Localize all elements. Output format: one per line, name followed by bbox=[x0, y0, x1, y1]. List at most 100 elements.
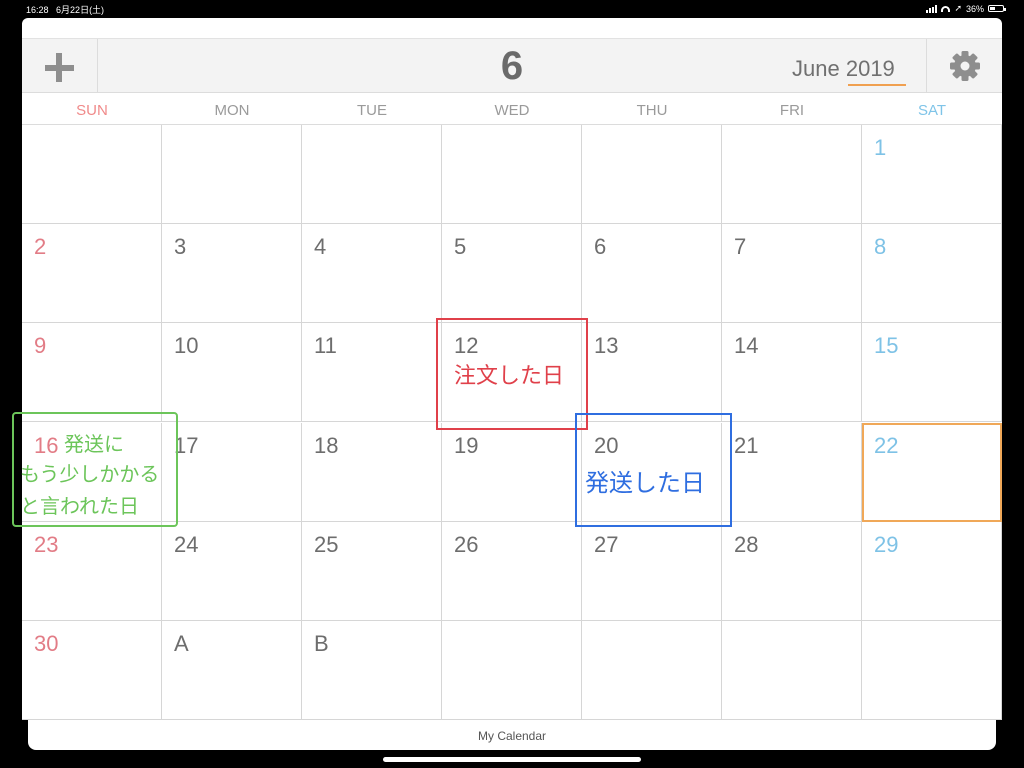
day-number: A bbox=[174, 630, 189, 656]
day-number: 10 bbox=[174, 333, 199, 359]
annotation-order-date-text: 注文した日 bbox=[454, 364, 565, 389]
day-number: 13 bbox=[594, 333, 619, 359]
battery-icon bbox=[988, 5, 1006, 12]
annotation-delay-line-1: 発送に bbox=[64, 432, 124, 456]
day-number: 6 bbox=[594, 234, 607, 260]
day-number: 8 bbox=[874, 234, 887, 260]
status-time: 16:28 bbox=[26, 5, 49, 15]
day-number: 21 bbox=[734, 432, 759, 458]
day-cell[interactable]: 15 bbox=[862, 323, 1002, 423]
weekday-fri: FRI bbox=[779, 102, 805, 119]
day-number: 1 bbox=[874, 135, 887, 160]
day-cell[interactable] bbox=[582, 620, 722, 720]
day-number: 4 bbox=[314, 234, 327, 260]
day-number: 25 bbox=[314, 531, 339, 557]
annotation-delay-line-3: と言われた日 bbox=[20, 494, 139, 518]
day-cell[interactable]: 28 bbox=[722, 521, 862, 621]
year-underline bbox=[848, 84, 906, 86]
day-cell[interactable]: 8 bbox=[862, 224, 1002, 324]
day-cell[interactable]: 26 bbox=[442, 521, 582, 621]
day-cell[interactable]: 23 bbox=[22, 521, 162, 621]
day-cell[interactable] bbox=[722, 125, 862, 225]
annotation-order-date: 注文した日 bbox=[436, 318, 588, 430]
gear-icon bbox=[950, 51, 980, 81]
settings-button[interactable] bbox=[926, 39, 1002, 92]
calendar-header: 6 June 2019 bbox=[22, 38, 1002, 93]
weekday-tue: TUE bbox=[357, 102, 387, 119]
day-number: 24 bbox=[174, 531, 199, 557]
day-cell[interactable] bbox=[442, 125, 582, 225]
day-number: 3 bbox=[174, 234, 187, 260]
status-bar: 16:28 6月22日(土) ➚ 36% bbox=[0, 0, 1024, 16]
weekday-sat: SAT bbox=[917, 102, 947, 119]
day-number: 28 bbox=[734, 531, 759, 557]
battery-percent: 36% bbox=[965, 3, 984, 14]
day-cell[interactable] bbox=[302, 125, 442, 225]
home-indicator[interactable] bbox=[383, 757, 641, 762]
day-cell[interactable]: 10 bbox=[162, 323, 302, 423]
day-cell[interactable]: 18 bbox=[302, 422, 442, 522]
day-cell[interactable]: 29 bbox=[862, 521, 1002, 621]
day-cell[interactable]: 5 bbox=[442, 224, 582, 324]
day-cell[interactable]: 2 bbox=[22, 224, 162, 324]
day-cell[interactable] bbox=[162, 125, 302, 225]
annotation-ship-date-text: 発送した日 bbox=[585, 469, 705, 497]
day-cell[interactable]: 27 bbox=[582, 521, 722, 621]
day-cell[interactable]: 22 bbox=[862, 422, 1002, 522]
day-cell[interactable]: 25 bbox=[302, 521, 442, 621]
day-number: 19 bbox=[454, 432, 479, 458]
day-number: 22 bbox=[874, 432, 899, 458]
day-number: 7 bbox=[734, 234, 747, 260]
weekday-header-row: SUN MON TUE WED THU FRI SAT bbox=[22, 94, 1002, 125]
day-cell[interactable]: 1 bbox=[862, 125, 1002, 225]
day-cell[interactable]: 11 bbox=[302, 323, 442, 423]
day-number: B bbox=[314, 630, 329, 656]
day-cell[interactable]: A bbox=[162, 620, 302, 720]
day-number: 11 bbox=[314, 333, 337, 359]
day-cell[interactable] bbox=[582, 125, 722, 225]
day-cell[interactable]: 6 bbox=[582, 224, 722, 324]
day-number: 23 bbox=[34, 531, 59, 557]
weekday-mon: MON bbox=[214, 102, 250, 119]
day-number: 9 bbox=[34, 333, 47, 359]
status-time-date: 16:28 6月22日(土) bbox=[26, 3, 104, 16]
day-cell[interactable]: 19 bbox=[442, 422, 582, 522]
status-indicators: ➚ 36% bbox=[926, 3, 1006, 14]
day-cell[interactable] bbox=[862, 620, 1002, 720]
day-cell[interactable]: B bbox=[302, 620, 442, 720]
add-event-button[interactable] bbox=[22, 39, 98, 92]
day-number: 14 bbox=[734, 333, 759, 359]
day-cell[interactable]: 30 bbox=[22, 620, 162, 720]
day-cell[interactable]: 3 bbox=[162, 224, 302, 324]
day-cell[interactable] bbox=[442, 620, 582, 720]
wifi-icon bbox=[941, 5, 951, 12]
day-cell[interactable]: 7 bbox=[722, 224, 862, 324]
month-name: June bbox=[792, 56, 840, 81]
calendar-footer[interactable]: My Calendar bbox=[28, 720, 996, 750]
day-number: 27 bbox=[594, 531, 619, 557]
calendar-name: My Calendar bbox=[477, 729, 547, 743]
day-cell[interactable]: 4 bbox=[302, 224, 442, 324]
weekday-sun: SUN bbox=[76, 102, 108, 119]
day-number: 5 bbox=[454, 234, 467, 260]
weekday-thu: THU bbox=[636, 102, 668, 119]
day-cell[interactable]: 21 bbox=[722, 422, 862, 522]
day-cell[interactable]: 24 bbox=[162, 521, 302, 621]
day-cell[interactable] bbox=[722, 620, 862, 720]
annotation-delay-line-2: もう少しかかる bbox=[20, 462, 160, 486]
annotation-delay-date: 発送に もう少しかかる と言われた日 bbox=[12, 412, 178, 527]
month-year-label[interactable]: June 2019 bbox=[792, 56, 895, 82]
location-icon: ➚ bbox=[954, 3, 962, 13]
status-date: 6月22日(土) bbox=[56, 5, 105, 15]
day-cell[interactable]: 14 bbox=[722, 323, 862, 423]
day-number: 15 bbox=[874, 333, 899, 359]
day-cell[interactable] bbox=[22, 125, 162, 225]
year-label: 2019 bbox=[845, 56, 895, 81]
day-cell[interactable]: 17 bbox=[162, 422, 302, 522]
day-cell[interactable]: 13 bbox=[582, 323, 722, 423]
day-number: 18 bbox=[314, 432, 339, 458]
cellular-signal-icon bbox=[926, 4, 938, 13]
day-cell[interactable]: 9 bbox=[22, 323, 162, 423]
annotation-ship-date: 発送した日 bbox=[575, 413, 732, 527]
month-number: 6 bbox=[500, 44, 524, 88]
